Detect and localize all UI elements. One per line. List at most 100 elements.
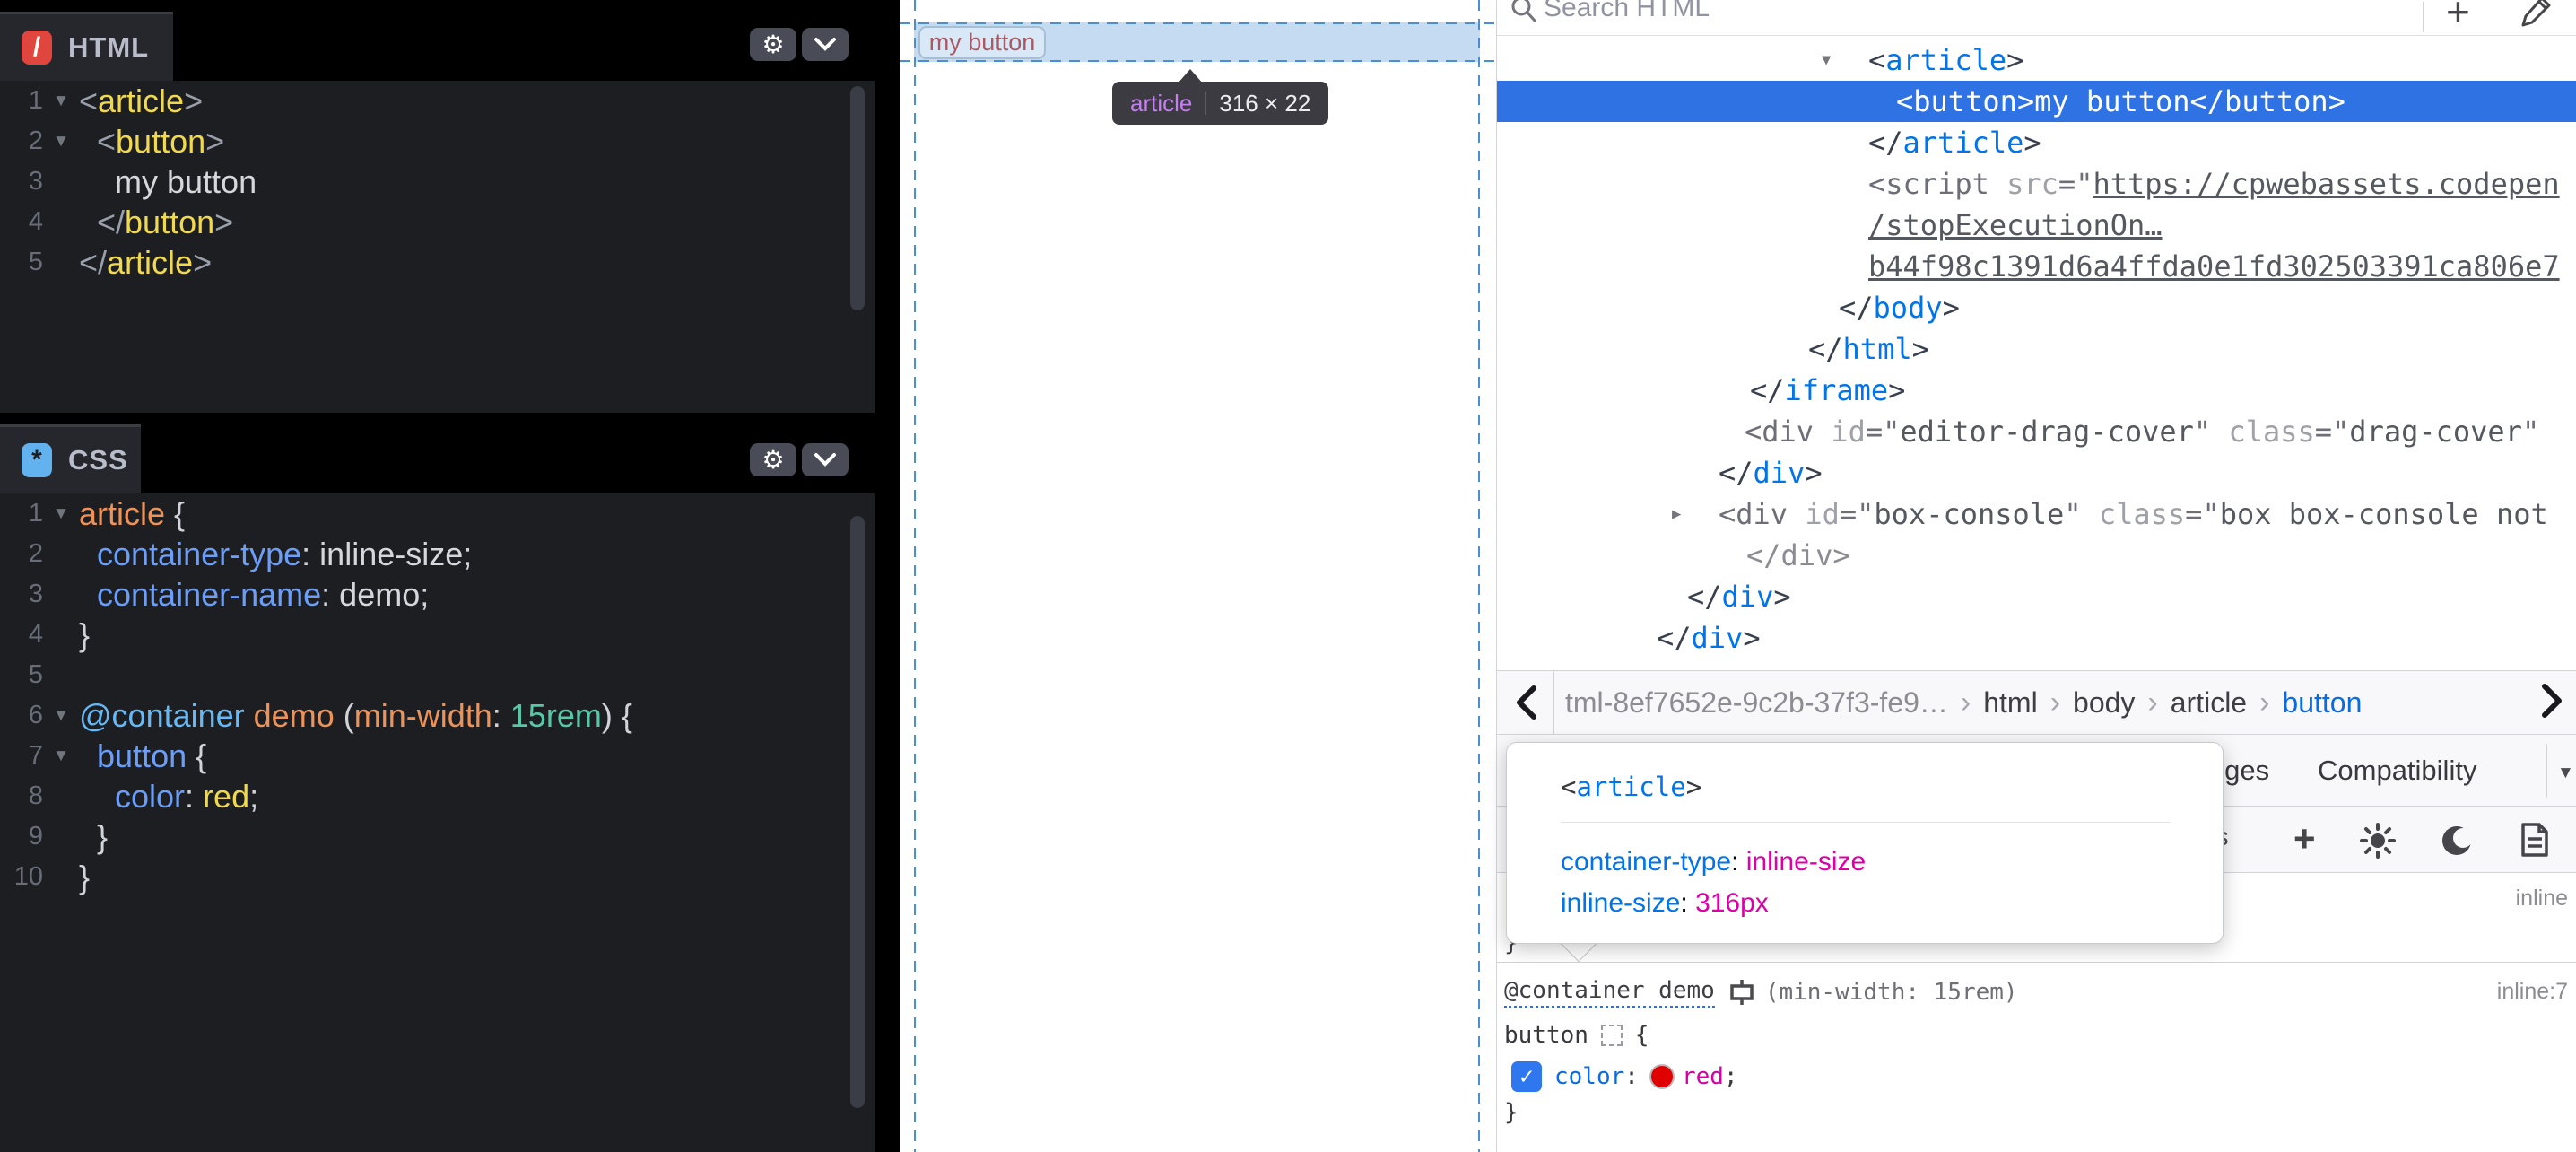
expand-arrow-icon[interactable]: ▼ <box>1822 39 1831 81</box>
popup-prop1-name: container-type <box>1561 847 1731 877</box>
tab-compatibility[interactable]: Compatibility <box>2318 735 2476 807</box>
container-rule-condition: (min-width: 15rem) <box>1765 979 2018 1006</box>
line-number: 3 <box>0 161 43 202</box>
fold-arrow-icon[interactable]: ▼ <box>43 121 79 161</box>
code-token: script <box>1885 167 1989 201</box>
code-token: <button>my button</button> <box>1896 84 2345 118</box>
print-media-icon[interactable] <box>2519 821 2550 859</box>
breadcrumb-back-button[interactable] <box>1497 671 1554 734</box>
code-token: > <box>1773 580 1790 614</box>
jump-to-container-icon[interactable] <box>1727 978 1756 1007</box>
fold-arrow-icon[interactable]: ▼ <box>43 493 79 534</box>
breadcrumb-item-button[interactable]: button <box>2282 686 2362 720</box>
preview-my-button[interactable]: my button <box>918 26 1046 59</box>
markup-row[interactable]: </article> <box>1497 122 2576 163</box>
html-collapse-button[interactable] <box>802 28 849 61</box>
breadcrumb-item-tml8ef7652e9[interactable]: tml-8ef7652e-9c2b-37f3-fe9… <box>1565 686 1948 720</box>
code-token: container-name <box>97 576 321 613</box>
fold-gutter <box>43 857 79 897</box>
editor-line[interactable]: 1▼<article> <box>0 81 875 121</box>
editor-line[interactable]: 2 container-type: inline-size; <box>0 534 875 574</box>
editor-line[interactable]: 6▼@container demo (min-width: 15rem) { <box>0 695 875 736</box>
markup-row[interactable]: ▼<article> <box>1497 39 2576 81</box>
rule-selector[interactable]: button <box>1504 1022 1588 1049</box>
infobar-dimensions: 316 × 22 <box>1219 90 1310 118</box>
property-name[interactable]: color <box>1554 1063 1624 1090</box>
markup-row[interactable]: <script src="https://cpwebassets.codepen <box>1497 163 2576 205</box>
editor-line[interactable]: 3 container-name: demo; <box>0 574 875 615</box>
light-mode-icon[interactable] <box>2360 823 2396 859</box>
fold-arrow-icon[interactable]: ▼ <box>43 81 79 121</box>
markup-row[interactable]: ▶<div id="box-console" class="box box-co… <box>1497 493 2576 535</box>
css-editor-scrollbar[interactable] <box>850 516 865 1108</box>
editor-line[interactable]: 3 my button <box>0 161 875 202</box>
code-token: =" <box>2315 415 2350 449</box>
markup-row[interactable]: </div> <box>1497 576 2576 617</box>
editor-line[interactable]: 2▼ <button> <box>0 121 875 161</box>
code-token: } <box>79 616 90 653</box>
html-editor-scrollbar[interactable] <box>850 86 865 310</box>
property-semicolon: ; <box>1724 1063 1738 1090</box>
container-rule-link[interactable]: @container demo <box>1504 977 1715 1008</box>
editor-line[interactable]: 5 <box>0 655 875 695</box>
element-rule-source[interactable]: inline <box>2516 886 2568 912</box>
tabs-overflow-dropdown[interactable]: ▼ <box>2557 764 2574 783</box>
editor-line[interactable]: 7▼ button { <box>0 736 875 776</box>
editor-line[interactable]: 10} <box>0 857 875 897</box>
markup-row[interactable]: </div> <box>1497 535 2576 576</box>
editor-line[interactable]: 9 } <box>0 816 875 857</box>
editor-line[interactable]: 1▼article { <box>0 493 875 534</box>
property-value[interactable]: red <box>1682 1063 1724 1090</box>
code-text: <article> <box>79 81 203 121</box>
tab-html-editor[interactable]: / HTML <box>0 14 173 81</box>
breadcrumb-item-body[interactable]: body <box>2073 686 2135 720</box>
css-code-editor[interactable]: 1▼article {2 container-type: inline-size… <box>0 493 875 1152</box>
html-code-editor[interactable]: 1▼<article>2▼ <button>3 my button4 </but… <box>0 81 875 413</box>
tab-css-editor[interactable]: * CSS <box>0 427 141 493</box>
html-settings-button[interactable]: ⚙ <box>750 28 796 61</box>
enable-property-checkbox[interactable]: ✓ <box>1511 1061 1542 1092</box>
markup-row[interactable]: <div id="editor-drag-cover" class="drag-… <box>1497 411 2576 452</box>
markup-row[interactable]: </div> <box>1497 617 2576 659</box>
pencil-icon[interactable] <box>2519 0 2554 29</box>
markup-row[interactable]: /stopExecutionOn… <box>1497 205 2576 246</box>
editor-line[interactable]: 4} <box>0 615 875 655</box>
collapse-arrow-icon[interactable]: ▶ <box>1672 493 1681 535</box>
fold-gutter <box>43 655 79 695</box>
css-collapse-button[interactable] <box>802 443 849 476</box>
code-token: id <box>1831 415 1866 449</box>
highlighter-guide-left <box>914 0 916 1152</box>
markup-row-selected[interactable]: <button>my button</button> <box>1497 81 2576 122</box>
highlighter-guide-bottom <box>900 60 1496 62</box>
line-number: 2 <box>0 534 43 574</box>
fold-arrow-icon[interactable]: ▼ <box>43 695 79 736</box>
css-settings-button[interactable]: ⚙ <box>750 443 796 476</box>
markup-row[interactable]: </div> <box>1497 452 2576 493</box>
fold-gutter <box>43 202 79 242</box>
breadcrumb-item-html[interactable]: html <box>1983 686 2037 720</box>
markup-row[interactable]: </html> <box>1497 328 2576 370</box>
breadcrumb-forward-button[interactable] <box>2541 683 2564 723</box>
search-html-bar[interactable]: Search HTML + <box>1497 0 2576 36</box>
code-token: /stopExecutionOn… <box>1868 208 2163 242</box>
code-token: > <box>214 204 233 240</box>
add-node-button[interactable]: + <box>2446 0 2470 36</box>
dark-mode-icon[interactable] <box>2439 823 2475 859</box>
breadcrumb-item-article[interactable]: article <box>2171 686 2247 720</box>
search-input[interactable]: Search HTML <box>1544 0 1710 23</box>
add-rule-button[interactable]: + <box>2293 817 2316 860</box>
markup-row[interactable]: </body> <box>1497 287 2576 328</box>
editor-line[interactable]: 5</article> <box>0 242 875 283</box>
editor-line[interactable]: 8 color: red; <box>0 776 875 816</box>
markup-row[interactable]: </iframe> <box>1497 370 2576 411</box>
breadcrumb-items: tml-8ef7652e-9c2b-37f3-fe9…›html›body›ar… <box>1554 685 2367 720</box>
infobar-tag: article <box>1130 90 1192 118</box>
line-number: 3 <box>0 574 43 615</box>
editor-line[interactable]: 4 </button> <box>0 202 875 242</box>
color-swatch[interactable] <box>1649 1064 1675 1089</box>
code-token: color <box>115 778 185 815</box>
fold-arrow-icon[interactable]: ▼ <box>43 736 79 776</box>
selector-highlighter-icon[interactable] <box>1601 1025 1623 1046</box>
markup-row[interactable]: b44f98c1391d6a4ffda0e1fd302503391ca806e7 <box>1497 246 2576 287</box>
container-rule-source[interactable]: inline:7 <box>2497 979 2568 1005</box>
